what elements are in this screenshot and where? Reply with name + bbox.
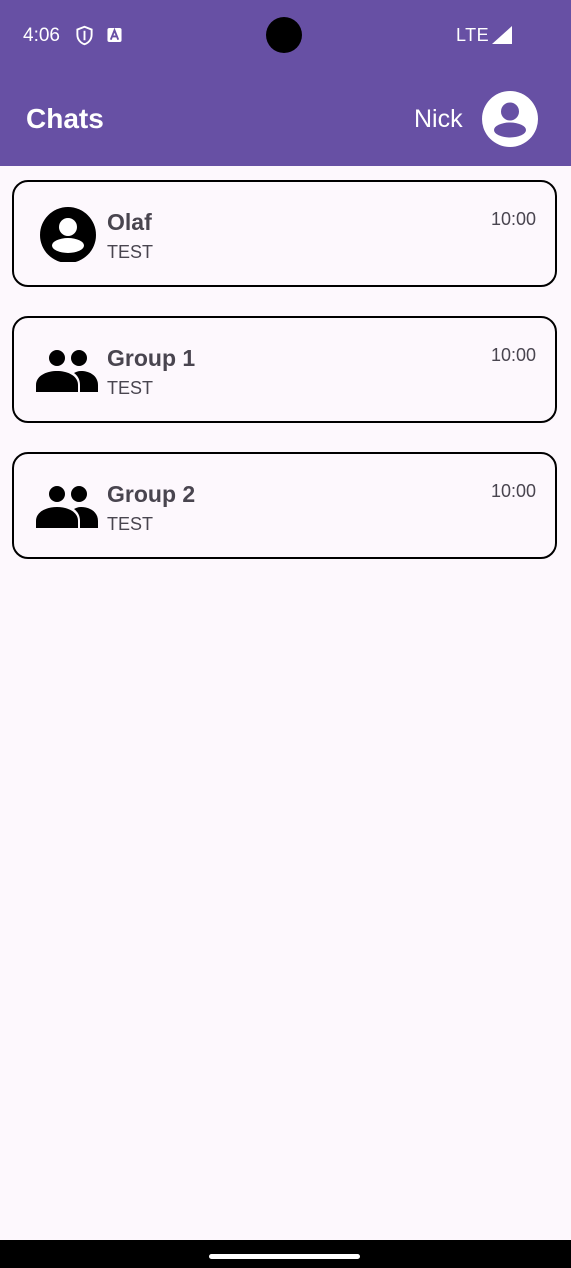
a-icon [107,27,122,43]
chat-time: 10:00 [490,481,536,501]
group-icon [36,486,98,528]
signal-icon [492,26,512,44]
chat-name: Group 1 [107,345,196,371]
chat-name: Group 2 [107,481,196,507]
account-circle-icon [40,207,96,262]
current-user-name[interactable]: Nick [414,105,463,134]
page-title: Chats [26,103,104,134]
chat-item[interactable]: Olaf TEST 10:00 [12,180,557,287]
navigation-bar [0,1240,571,1268]
shield-icon [76,25,93,46]
chat-item[interactable]: Group 2 TEST 10:00 [12,452,557,559]
chat-preview: TEST [107,514,154,534]
group-icon [36,350,98,392]
chat-time: 10:00 [490,209,536,229]
status-time: 4:06 [23,25,60,46]
chat-item[interactable]: Group 1 TEST 10:00 [12,316,557,423]
camera-cutout [266,17,302,53]
home-gesture-handle[interactable] [209,1254,360,1259]
status-bar: 4:06 LTE [0,0,571,72]
account-circle-icon[interactable] [482,91,538,147]
network-type: LTE [456,25,490,45]
chat-time: 10:00 [490,345,536,365]
app-bar: Chats Nick [0,72,571,166]
chat-name: Olaf [107,209,152,235]
chat-preview: TEST [107,378,154,398]
chat-list: Olaf TEST 10:00 Group 1 TEST 10:00 Group… [12,180,557,588]
chat-preview: TEST [107,242,154,262]
